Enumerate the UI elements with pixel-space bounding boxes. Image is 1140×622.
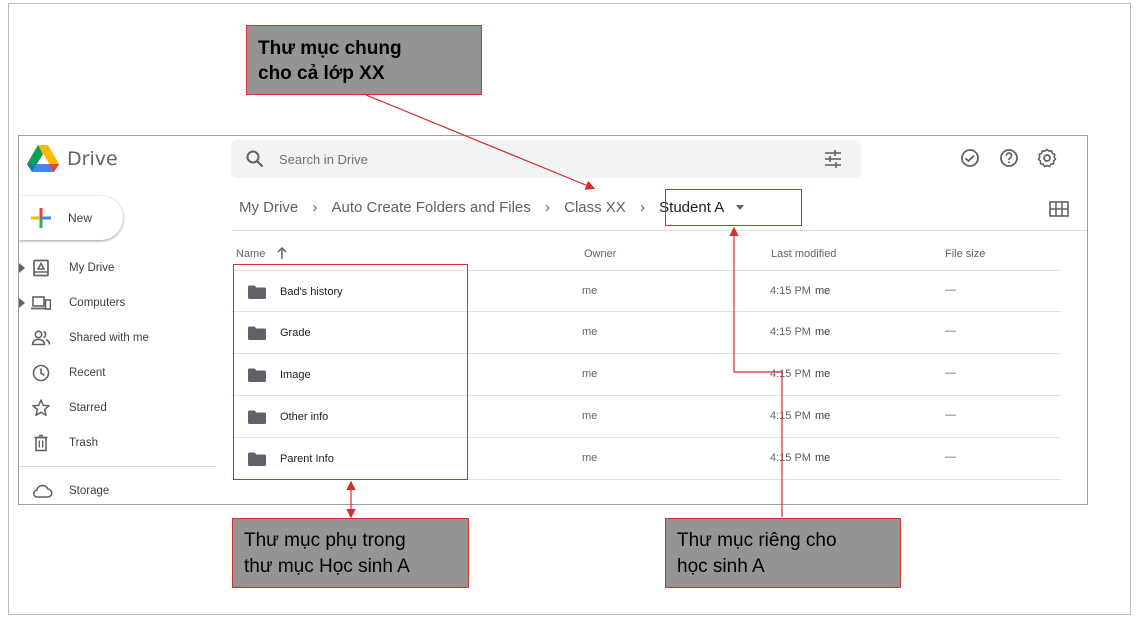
- callout-subfolders: Thư mục phụ trong thư mục Học sinh A: [232, 518, 469, 588]
- caret-right-icon[interactable]: [19, 298, 25, 308]
- callout-text: cho cả lớp XX: [258, 63, 385, 84]
- sidebar-item-recent[interactable]: Recent: [19, 359, 219, 394]
- file-owner: me: [582, 326, 598, 338]
- file-size: —: [945, 451, 956, 463]
- file-size: —: [945, 367, 956, 379]
- drive-logo-icon: [27, 145, 59, 172]
- header-divider: [231, 230, 1087, 231]
- new-button-label: New: [68, 211, 93, 225]
- file-modified: 4:15 PM me: [770, 452, 831, 464]
- file-modified: 4:15 PM me: [770, 368, 831, 380]
- sidebar-item-trash[interactable]: Trash: [19, 429, 219, 464]
- file-list-header: Name Owner Last modified File size: [19, 240, 1087, 270]
- breadcrumb-class[interactable]: Class XX: [564, 199, 626, 216]
- callout-text: học sinh A: [677, 556, 765, 577]
- sidebar-item-label: Computers: [69, 297, 126, 309]
- sidebar-item-label: Shared with me: [69, 332, 149, 344]
- breadcrumb-auto-create[interactable]: Auto Create Folders and Files: [332, 199, 531, 216]
- sidebar-nav: My Drive Computers Shared with me Recent…: [19, 254, 219, 464]
- chevron-right-icon: ›: [312, 198, 318, 216]
- file-owner: me: [582, 452, 598, 464]
- sidebar-item-shared-with-me[interactable]: Shared with me: [19, 324, 219, 359]
- app-name: Drive: [67, 148, 118, 170]
- column-file-size[interactable]: File size: [945, 248, 985, 260]
- column-name[interactable]: Name: [236, 248, 265, 260]
- file-size: —: [945, 284, 956, 296]
- callout-text: Thư mục chung: [258, 38, 402, 59]
- cloud-icon: [33, 484, 53, 498]
- column-owner[interactable]: Owner: [584, 248, 616, 260]
- sidebar-divider: [19, 466, 216, 467]
- star-icon: [32, 399, 50, 417]
- callout-text: Thư mục riêng cho: [677, 530, 837, 551]
- chevron-right-icon: ›: [544, 198, 550, 216]
- sidebar-item-label: Starred: [69, 402, 107, 414]
- file-size: —: [945, 409, 956, 421]
- callout-text: Thư mục phụ trong: [244, 530, 406, 551]
- file-owner: me: [582, 285, 598, 297]
- sidebar-item-label: Recent: [69, 367, 106, 379]
- current-folder-highlight: [665, 189, 802, 226]
- sidebar-item-label: Trash: [69, 437, 98, 449]
- callout-text: thư mục Học sinh A: [244, 556, 410, 577]
- file-modified: 4:15 PM me: [770, 285, 831, 297]
- sidebar-item-computers[interactable]: Computers: [19, 289, 219, 324]
- offline-ready-icon[interactable]: [959, 147, 981, 169]
- subfolders-highlight: [233, 264, 468, 480]
- new-button[interactable]: New: [19, 196, 123, 240]
- plus-icon: [31, 208, 51, 228]
- callout-private-folder: Thư mục riêng cho học sinh A: [665, 518, 901, 588]
- file-owner: me: [582, 410, 598, 422]
- file-owner: me: [582, 368, 598, 380]
- breadcrumb-my-drive[interactable]: My Drive: [239, 199, 298, 216]
- drive-window: Drive Search in Drive New My Drive Compu…: [18, 135, 1088, 505]
- search-input[interactable]: [279, 146, 799, 172]
- file-modified: 4:15 PM me: [770, 326, 831, 338]
- file-modified: 4:15 PM me: [770, 410, 831, 422]
- search-bar[interactable]: [231, 140, 861, 178]
- callout-shared-folder: Thư mục chung cho cả lớp XX: [246, 25, 482, 95]
- grid-view-icon[interactable]: [1049, 201, 1069, 217]
- computers-icon: [31, 296, 51, 310]
- chevron-right-icon: ›: [639, 198, 645, 216]
- sort-arrow-up-icon[interactable]: [276, 246, 288, 260]
- sidebar-item-storage[interactable]: Storage: [19, 479, 219, 504]
- clock-icon: [32, 364, 50, 382]
- search-options-icon[interactable]: [823, 150, 843, 168]
- column-last-modified[interactable]: Last modified: [771, 248, 836, 260]
- file-size: —: [945, 325, 956, 337]
- trash-icon: [34, 434, 48, 452]
- shared-icon: [31, 330, 51, 346]
- settings-icon[interactable]: [1036, 147, 1058, 169]
- sidebar-item-starred[interactable]: Starred: [19, 394, 219, 429]
- storage-label: Storage: [69, 485, 110, 497]
- search-icon[interactable]: [245, 149, 265, 169]
- help-icon[interactable]: [998, 147, 1020, 169]
